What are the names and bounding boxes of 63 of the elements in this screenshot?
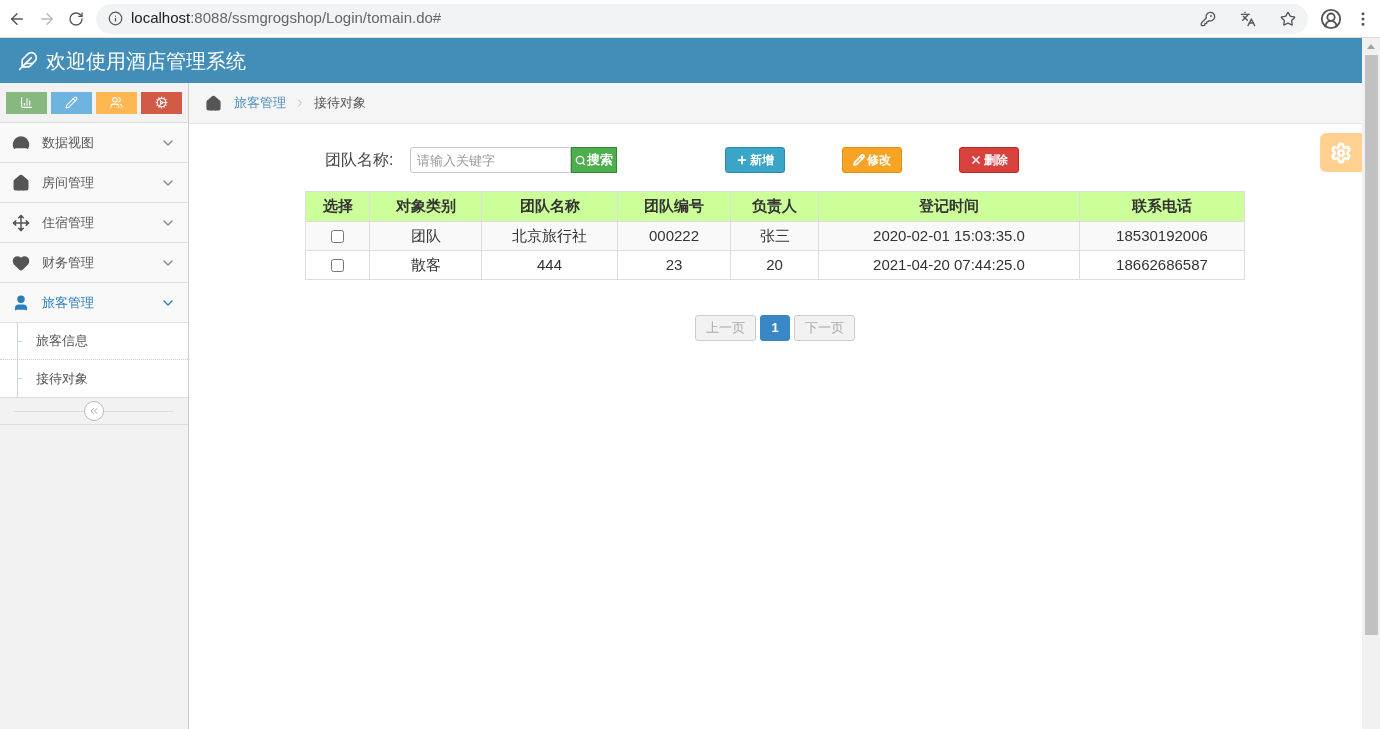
- table-cell: 团队: [369, 221, 482, 251]
- submenu-item[interactable]: 旅客信息: [36, 331, 88, 351]
- breadcrumb-current: 接待对象: [314, 94, 366, 113]
- menu-item[interactable]: 旅客管理: [0, 283, 188, 323]
- table-cell: 23: [617, 250, 731, 280]
- column-header: 团队编号: [617, 191, 731, 222]
- table-cell: 000222: [617, 221, 731, 251]
- table-cell: 444: [481, 250, 618, 280]
- table-cell: 18530192006: [1079, 221, 1245, 251]
- column-header: 登记时间: [818, 191, 1080, 222]
- row-checkbox[interactable]: [331, 259, 344, 273]
- add-button[interactable]: 新增: [725, 147, 785, 173]
- column-header: 团队名称: [481, 191, 618, 222]
- app-title: 欢迎使用酒店管理系统: [46, 48, 246, 74]
- home-icon: [12, 173, 30, 192]
- column-header: 对象类别: [369, 191, 482, 222]
- table-cell: 18662686587: [1079, 250, 1245, 280]
- leaf-icon: [18, 50, 38, 71]
- table-cell: 2021-04-20 07:44:25.0: [818, 250, 1080, 280]
- search-button[interactable]: 搜索: [571, 147, 617, 173]
- pencil-icon: [853, 154, 865, 166]
- table-cell: 张三: [730, 221, 819, 251]
- submenu-item[interactable]: 接待对象: [36, 368, 88, 389]
- user-icon: [12, 293, 30, 312]
- translate-icon[interactable]: [1240, 10, 1256, 27]
- plus-icon: [736, 154, 748, 166]
- shortcut-button[interactable]: [141, 91, 182, 114]
- table-cell: 北京旅行社: [481, 221, 618, 251]
- profile-icon[interactable]: [1320, 7, 1342, 30]
- delete-button[interactable]: 删除: [959, 147, 1019, 173]
- bar-chart-icon: [20, 96, 33, 109]
- pencil-icon: [65, 96, 78, 109]
- users-icon: [110, 96, 123, 109]
- menu-item[interactable]: 房间管理: [0, 163, 188, 203]
- menu-item[interactable]: 数据视图: [0, 123, 188, 163]
- menu-item[interactable]: 住宿管理: [0, 203, 188, 243]
- menu-item[interactable]: 财务管理: [0, 243, 188, 283]
- scrollbar[interactable]: [1362, 38, 1380, 729]
- heart-icon: [12, 253, 30, 272]
- arrows-cross-icon: [12, 213, 30, 232]
- breadcrumb-link[interactable]: 旅客管理: [234, 93, 286, 113]
- table-cell: 20: [730, 250, 819, 280]
- url-text: localhost:8088/ssmgrogshop/Login/tomain.do#: [131, 8, 442, 29]
- column-header: 负责人: [730, 191, 819, 222]
- page-button[interactable]: 1: [760, 315, 790, 341]
- column-header: 联系电话: [1079, 191, 1245, 222]
- column-header: 选择: [305, 191, 370, 222]
- info-icon[interactable]: [108, 11, 123, 26]
- address-bar[interactable]: localhost:8088/ssmgrogshop/Login/tomain.do#: [96, 3, 1308, 34]
- reload-icon[interactable]: [68, 10, 84, 27]
- search-icon: [575, 154, 586, 166]
- x-icon: [970, 154, 982, 166]
- star-icon[interactable]: [1280, 10, 1296, 27]
- settings-icon: [1330, 141, 1352, 164]
- double-chevron-icon: [88, 405, 100, 417]
- search-label: 团队名称:: [325, 150, 395, 170]
- gears-icon: [155, 96, 168, 109]
- home-icon[interactable]: [205, 94, 222, 112]
- table-cell: 2020-02-01 15:03:35.0: [818, 221, 1080, 251]
- key-icon[interactable]: [1200, 10, 1216, 27]
- table-cell: 散客: [369, 250, 482, 280]
- search-field[interactable]: 请输入关键字: [410, 147, 571, 173]
- row-checkbox[interactable]: [331, 230, 344, 244]
